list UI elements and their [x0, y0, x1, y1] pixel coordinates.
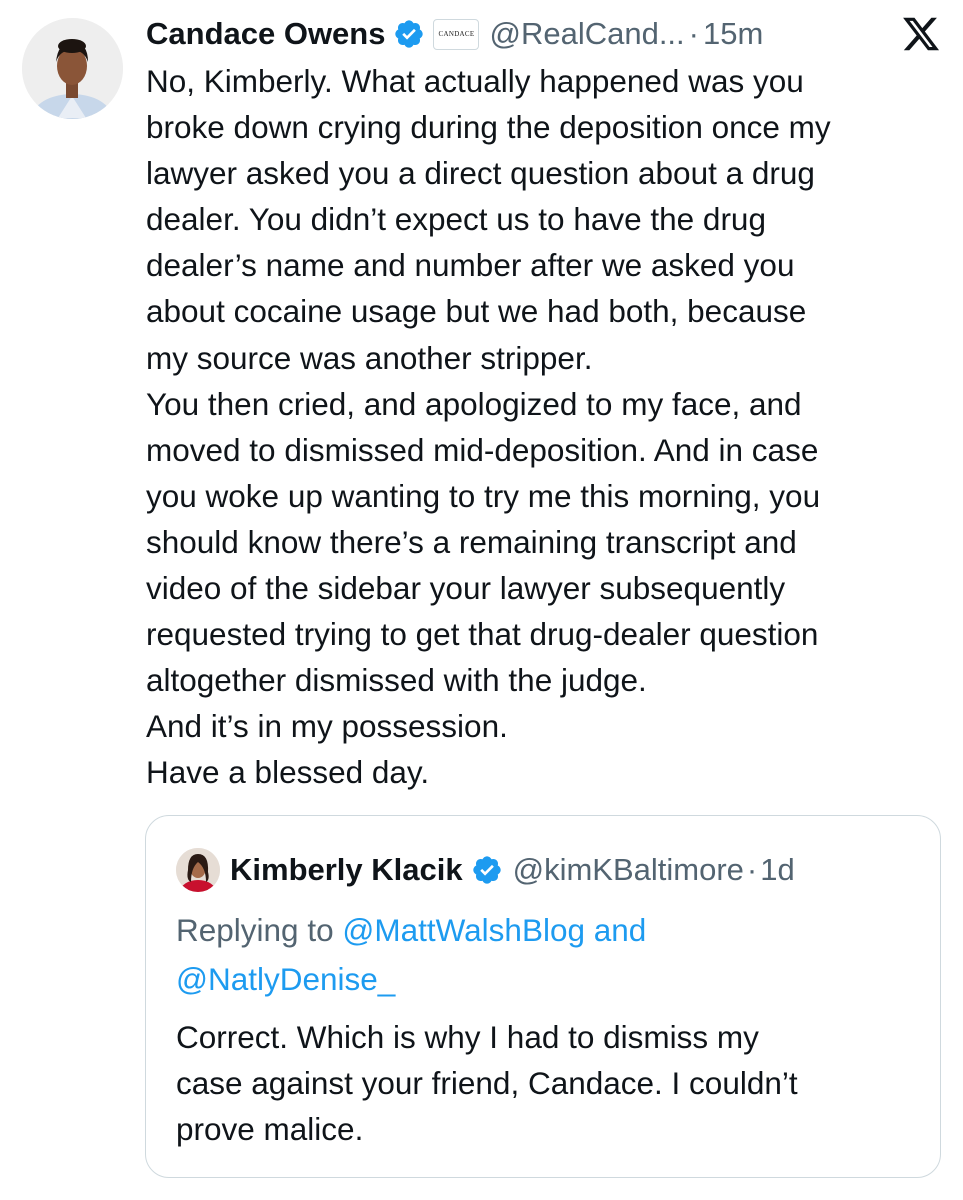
tweet-text-line: requested trying to get that drug-dealer…	[146, 616, 819, 653]
replying-to-label: Replying to	[176, 912, 343, 948]
tweet-timestamp[interactable]: 15m	[703, 16, 763, 52]
x-logo-icon[interactable]	[901, 14, 941, 54]
quoted-text-line: case against your friend, Candace. I cou…	[176, 1065, 798, 1101]
author-handle[interactable]: @RealCand...	[489, 16, 684, 52]
avatar-photo-icon	[22, 18, 123, 119]
tweet-text-line: And it’s in my possession.	[146, 708, 508, 745]
verified-badge-icon[interactable]	[471, 854, 503, 886]
affiliate-badge-label: CANDACE	[438, 30, 475, 38]
quoted-author-handle[interactable]: @kimKBaltimore	[513, 852, 744, 888]
quoted-text-line: Correct. Which is why I had to dismiss m…	[176, 1019, 759, 1055]
tweet-text-line: should know there’s a remaining transcri…	[146, 523, 797, 560]
tweet-text-line: No, Kimberly. What actually happened was…	[146, 63, 804, 99]
tweet-text-line: lawyer asked you a direct question about…	[146, 155, 815, 192]
tweet-text-line: you woke up wanting to try me this morni…	[146, 477, 821, 514]
tweet-text-line: broke down crying during the deposition …	[146, 109, 831, 146]
replying-to: Replying to @MattWalshBlog and @NatlyDeni…	[176, 906, 916, 1004]
author-name[interactable]: Candace Owens	[146, 16, 385, 52]
separator-dot: ·	[746, 852, 758, 887]
separator-dot: ·	[688, 16, 699, 51]
avatar-photo-icon	[176, 848, 220, 892]
replying-conjunction: and	[585, 912, 647, 948]
tweet-header: Candace Owens CANDACE @RealCand... · 15m	[146, 10, 763, 58]
quoted-tweet-timestamp[interactable]: 1d	[760, 852, 794, 888]
mention-link[interactable]: @MattWalshBlog	[342, 912, 585, 948]
tweet-text: No, Kimberly. What actually happened was…	[146, 58, 946, 796]
verified-badge-icon[interactable]	[393, 18, 425, 50]
quoted-tweet-text: Correct. Which is why I had to dismiss m…	[176, 1014, 916, 1152]
tweet-text-line: You then cried, and apologized to my fac…	[146, 385, 802, 422]
tweet-text-line: about cocaine usage but we had both, bec…	[146, 293, 807, 330]
author-avatar[interactable]	[22, 18, 123, 119]
tweet-text-line: my source was another stripper.	[146, 339, 593, 376]
mention-link[interactable]: @NatlyDenise_	[176, 961, 395, 997]
tweet-text-line: dealer. You didn’t expect us to have the…	[146, 201, 766, 238]
quoted-author-name[interactable]: Kimberly Klacik	[230, 852, 463, 888]
quoted-tweet[interactable]: Kimberly Klacik @kimKBaltimore · 1d Repl…	[145, 815, 941, 1178]
tweet-text-line: dealer’s name and number after we asked …	[146, 247, 795, 284]
tweet-text-line: moved to dismissed mid-deposition. And i…	[146, 431, 819, 468]
quoted-tweet-header: Kimberly Klacik @kimKBaltimore · 1d	[230, 846, 795, 894]
quoted-text-line: prove malice.	[176, 1111, 364, 1147]
tweet: Candace Owens CANDACE @RealCand... · 15m…	[0, 0, 963, 1200]
tweet-text-line: altogether dismissed with the judge.	[146, 662, 647, 699]
quoted-author-avatar[interactable]	[176, 848, 220, 892]
affiliate-badge[interactable]: CANDACE	[433, 18, 480, 50]
tweet-text-line: Have a blessed day.	[146, 754, 430, 791]
tweet-text-line: video of the sidebar your lawyer subsequ…	[146, 570, 786, 607]
